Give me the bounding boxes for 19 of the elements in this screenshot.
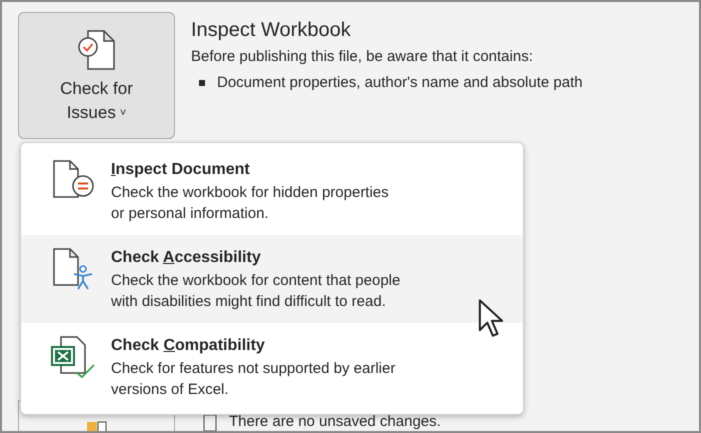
document-icon — [203, 414, 217, 431]
check-for-issues-button[interactable]: Check for Issues ˅ — [18, 12, 175, 139]
status-text: There are no unsaved changes. — [229, 414, 441, 430]
section-heading: Inspect Workbook — [191, 18, 352, 43]
menu-item-title: Check Compatibility — [111, 336, 266, 356]
menu-item-title: Check Accessibility — [111, 248, 262, 268]
document-check-icon — [76, 29, 118, 73]
menu-item-title: Inspect Document — [111, 160, 251, 180]
menu-item[interactable]: Check Compatibility Check for features not supported by earlier versions of Excel. — [21, 323, 523, 411]
excel-check-icon — [51, 335, 97, 379]
menu-item[interactable]: Inspect Document Check the workbook for hidden properties or personal information. — [21, 147, 523, 235]
bullet-icon — [199, 80, 205, 86]
menu-item-description: Check for features not supported by earlier versions of Excel. — [111, 359, 396, 400]
menu-item-description: Check the workbook for content that people with disabilities might find difficult to read. — [111, 271, 401, 312]
mouse-cursor-icon — [478, 298, 504, 340]
menu-item[interactable]: Check Accessibility Check the workbook for content that people with disabilities might find difficult to read. — [21, 235, 523, 323]
bullet-text: Document properties, author's name and absolute path — [217, 73, 583, 93]
intro-text: Before publishing this file, be aware that it contains: — [191, 47, 534, 67]
menu-item-description: Check the workbook for hidden properties or personal information. — [111, 183, 390, 224]
